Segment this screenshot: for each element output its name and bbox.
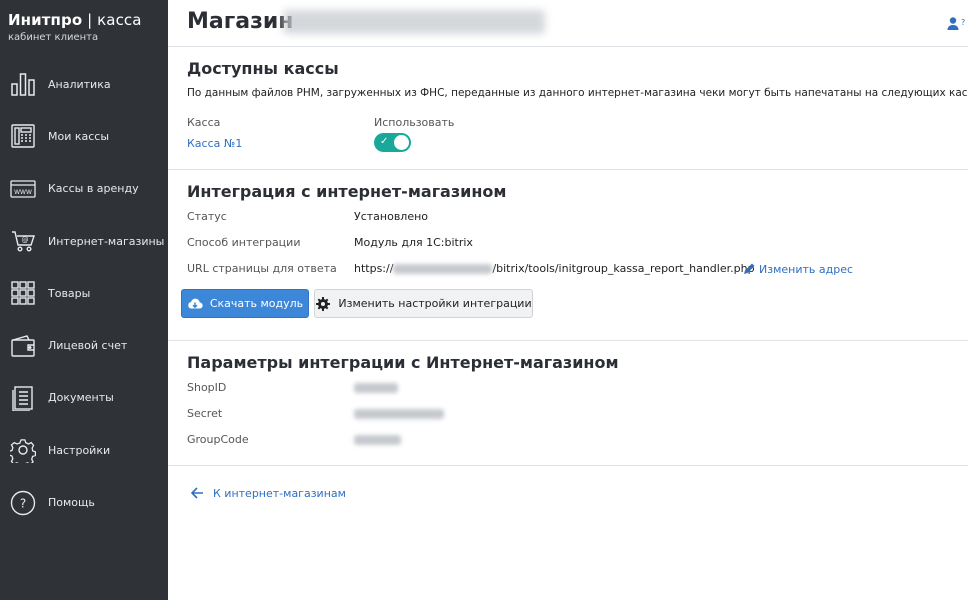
- sidebar-item-label: Кассы в аренду: [48, 182, 139, 196]
- arrow-left-icon: [190, 486, 204, 500]
- sidebar-item-goods[interactable]: Товары: [0, 267, 168, 319]
- kassa-use-toggle[interactable]: ✓: [374, 133, 411, 152]
- gear-icon: [9, 436, 37, 464]
- sidebar-item-label: Лицевой счет: [48, 339, 128, 353]
- page-header: Магазин ?: [168, 0, 968, 47]
- sidebar-item-label: Мои кассы: [48, 129, 110, 143]
- documents-icon: [9, 384, 37, 412]
- svg-text:?: ?: [961, 18, 965, 27]
- status-value: Установлено: [354, 210, 429, 223]
- divider: [168, 169, 968, 170]
- help-circle-icon: ?: [9, 489, 37, 517]
- sidebar-item-label: Настройки: [48, 443, 111, 457]
- method-label: Способ интеграции: [187, 236, 301, 249]
- www-icon: WWW: [9, 175, 37, 203]
- groupcode-label: GroupCode: [187, 433, 249, 446]
- grid-icon: [9, 279, 37, 307]
- redacted-value: [354, 383, 398, 393]
- kassas-heading: Доступны кассы: [187, 59, 339, 78]
- sidebar-item-rent-kassas[interactable]: WWW Кассы в аренду: [0, 163, 168, 215]
- toggle-knob: [394, 135, 409, 150]
- secret-value-redacted: [354, 407, 444, 420]
- redacted-value: [354, 409, 444, 419]
- params-heading: Параметры интеграции с Интернет-магазино…: [187, 353, 619, 372]
- sidebar-item-label: Помощь: [48, 496, 95, 510]
- check-icon: ✓: [380, 136, 389, 147]
- brand-product: | касса: [82, 11, 142, 29]
- sidebar-item-documents[interactable]: Документы: [0, 372, 168, 424]
- kassas-description: По данным файлов РНМ, загруженных из ФНС…: [187, 87, 968, 99]
- cloud-download-icon: [187, 296, 203, 312]
- brand-title: Инитпро | касса: [8, 11, 160, 29]
- cart-icon: @: [9, 227, 37, 255]
- download-module-label: Скачать модуль: [209, 297, 304, 310]
- page-title: Магазин: [187, 9, 294, 34]
- sidebar-item-label: Аналитика: [48, 77, 111, 91]
- column-kassa: Касса: [187, 116, 221, 129]
- sidebar-item-account[interactable]: Лицевой счет: [0, 319, 168, 371]
- column-use: Использовать: [374, 116, 455, 129]
- sidebar-item-my-kassas[interactable]: Мои кассы: [0, 110, 168, 162]
- divider: [168, 465, 968, 466]
- user-help-icon[interactable]: ?: [947, 16, 965, 32]
- change-integration-settings-button[interactable]: Изменить настройки интеграции: [314, 289, 533, 318]
- shopid-value-redacted: [354, 381, 398, 394]
- secret-label: Secret: [187, 407, 223, 420]
- url-suffix: /bitrix/tools/initgroup_kassa_report_han…: [492, 262, 755, 275]
- url-value: https:// /bitrix/tools/initgroup_kassa_re…: [354, 262, 755, 275]
- status-label: Статус: [187, 210, 227, 223]
- sidebar-nav: Аналитика Мои кассы WWW Кассы в аренду @…: [0, 58, 168, 529]
- sidebar-item-help[interactable]: ? Помощь: [0, 476, 168, 528]
- sidebar-item-label: Товары: [48, 286, 91, 300]
- wallet-icon: [9, 332, 37, 360]
- download-module-button[interactable]: Скачать модуль: [181, 289, 309, 318]
- analytics-icon: [9, 70, 37, 98]
- brand[interactable]: Инитпро | касса кабинет клиента: [0, 0, 168, 58]
- gear-icon: [315, 296, 331, 312]
- integration-heading: Интеграция с интернет-магазином: [187, 182, 507, 201]
- svg-text:?: ?: [20, 496, 26, 510]
- brand-name: Инитпро: [8, 11, 83, 29]
- groupcode-value-redacted: [354, 433, 401, 446]
- url-label: URL страницы для ответа: [187, 262, 337, 275]
- back-to-shops-label: К интернет-магазинам: [213, 486, 346, 500]
- sidebar-item-online-shops[interactable]: @ Интернет-магазины: [0, 215, 168, 267]
- sidebar-item-settings[interactable]: Настройки: [0, 424, 168, 476]
- shop-name-redacted: [283, 10, 545, 34]
- redacted-value: [354, 435, 401, 445]
- svg-text:@: @: [22, 236, 29, 244]
- change-integration-settings-label: Изменить настройки интеграции: [338, 297, 532, 310]
- kassa-link[interactable]: Касса №1: [187, 137, 242, 150]
- url-domain-redacted: [393, 264, 493, 274]
- url-prefix: https://: [354, 262, 394, 275]
- sidebar-item-label: Интернет-магазины: [48, 234, 165, 248]
- sidebar: Инитпро | касса кабинет клиента Аналитик…: [0, 0, 168, 600]
- divider: [168, 340, 968, 341]
- change-address-link[interactable]: Изменить адрес: [742, 262, 853, 276]
- shopid-label: ShopID: [187, 381, 227, 394]
- back-to-shops-link[interactable]: К интернет-магазинам: [190, 486, 346, 500]
- sidebar-item-analytics[interactable]: Аналитика: [0, 58, 168, 110]
- method-value: Модуль для 1С:bitrix: [354, 236, 473, 249]
- sidebar-item-label: Документы: [48, 391, 114, 405]
- brand-subtitle: кабинет клиента: [8, 32, 99, 43]
- cash-register-icon: [9, 122, 37, 150]
- change-address-label: Изменить адрес: [759, 262, 854, 276]
- svg-text:WWW: WWW: [14, 189, 32, 196]
- pencil-icon: [742, 262, 756, 276]
